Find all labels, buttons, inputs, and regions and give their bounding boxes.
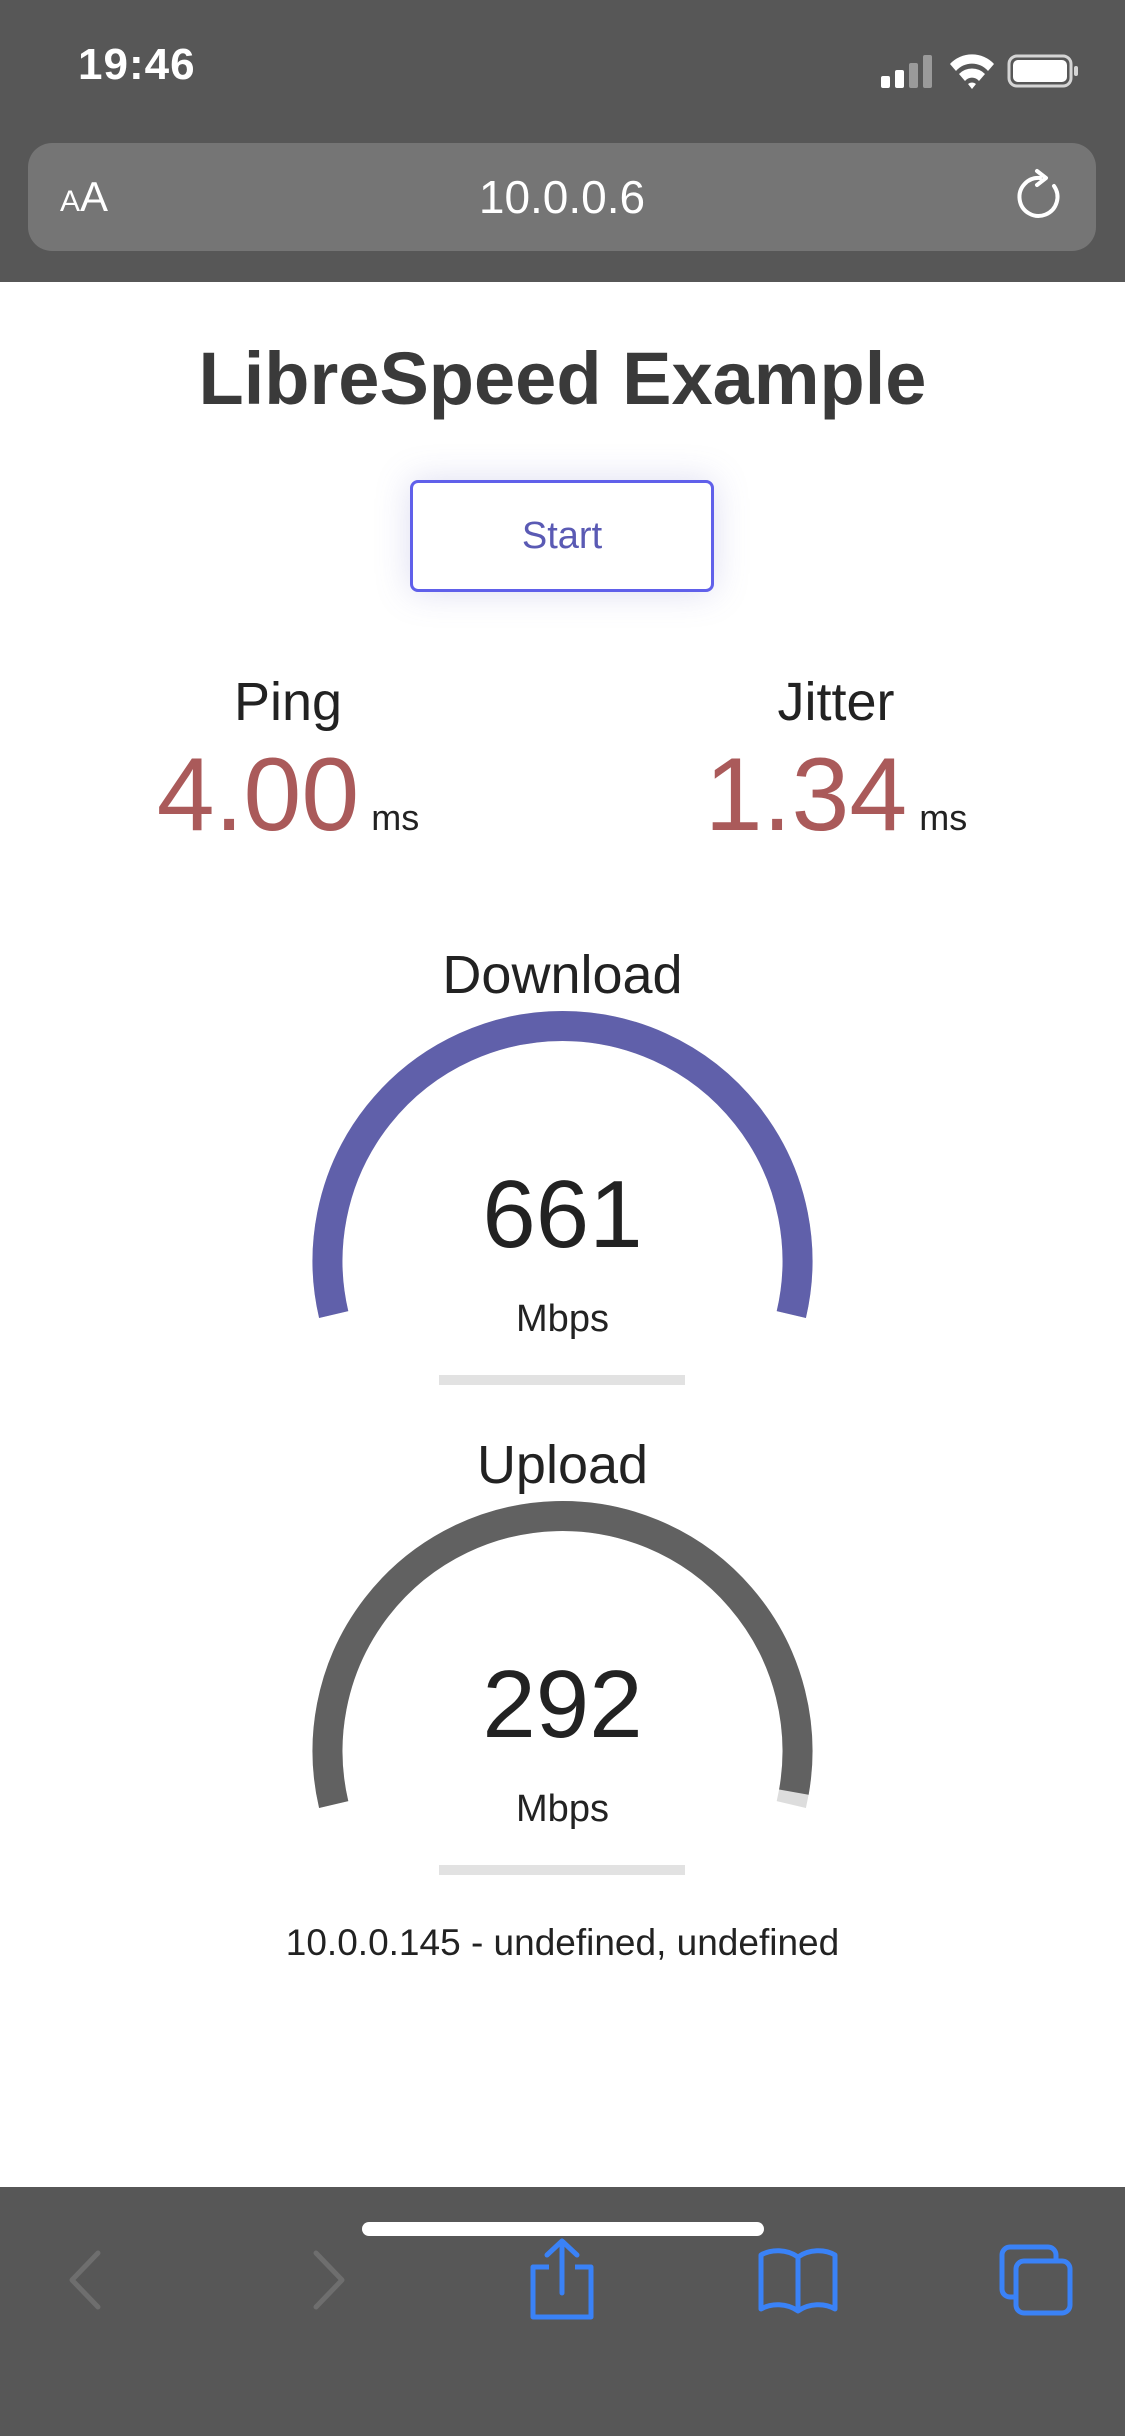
upload-progress-bar <box>439 1865 685 1875</box>
status-time: 19:46 <box>78 40 196 89</box>
tabs-icon[interactable] <box>990 2235 1080 2325</box>
address-bar[interactable]: AA 10.0.0.6 <box>28 143 1096 251</box>
ping-value-row: 4.00 ms <box>88 740 488 850</box>
jitter-value-row: 1.34 ms <box>636 740 1036 850</box>
ping-unit: ms <box>371 797 420 838</box>
download-label: Download <box>442 945 683 1005</box>
upload-value: 292 <box>482 1651 643 1758</box>
reload-icon[interactable] <box>1010 167 1070 227</box>
share-icon[interactable] <box>517 2235 607 2325</box>
download-value: 661 <box>482 1161 643 1268</box>
jitter-unit: ms <box>919 797 968 838</box>
status-icons <box>881 54 1078 89</box>
ping-label: Ping <box>233 672 343 732</box>
chevron-left-icon[interactable] <box>42 2235 132 2325</box>
url-text[interactable]: 10.0.0.6 <box>28 171 1096 223</box>
cellular-signal-icon <box>881 55 932 88</box>
wifi-icon <box>950 54 994 89</box>
battery-icon <box>1007 54 1078 88</box>
home-indicator <box>362 2222 764 2236</box>
jitter-value: 1.34 <box>704 737 908 853</box>
download-progress-bar <box>439 1375 685 1385</box>
chevron-right-icon[interactable] <box>282 2235 372 2325</box>
book-icon[interactable] <box>753 2235 843 2325</box>
ping-metric: Ping 4.00 ms <box>88 670 488 850</box>
ip-info: 10.0.0.145 - undefined, undefined <box>285 1922 840 1963</box>
jitter-label: Jitter <box>777 672 895 732</box>
upload-unit: Mbps <box>516 1788 609 1830</box>
page-title: LibreSpeed Example <box>198 337 927 420</box>
ping-value: 4.00 <box>156 737 360 853</box>
browser-top-chrome: 19:46 AA 10.0.0.6 <box>0 0 1125 282</box>
download-unit: Mbps <box>516 1298 609 1340</box>
jitter-metric: Jitter 1.34 ms <box>636 670 1036 850</box>
upload-label: Upload <box>476 1435 649 1495</box>
start-button[interactable]: Start <box>410 480 714 592</box>
